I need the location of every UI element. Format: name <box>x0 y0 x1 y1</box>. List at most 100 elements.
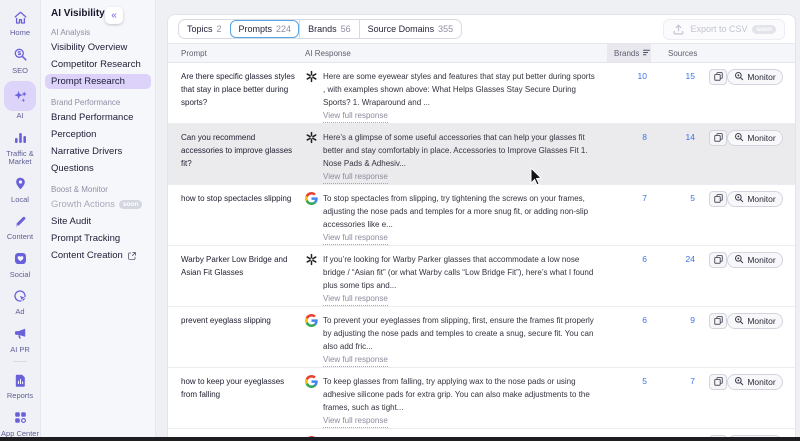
sidebar-item-content-creation[interactable]: Content Creation <box>45 248 151 263</box>
column-header-prompt[interactable]: Prompt <box>181 44 305 62</box>
copy-to-report-button[interactable] <box>709 252 727 268</box>
rail-item-home[interactable]: Home <box>0 6 41 38</box>
social-heart-icon <box>6 248 34 270</box>
view-full-response-link[interactable]: View full response <box>323 170 388 184</box>
rail-item-ai-pr[interactable]: AI PR <box>0 323 41 355</box>
rail-item-content[interactable]: Content <box>0 210 41 242</box>
prompt-cell: Are there specific glasses styles that s… <box>181 72 295 107</box>
sidebar-item-visibility-overview[interactable]: Visibility Overview <box>45 40 151 55</box>
seo-icon <box>6 44 34 66</box>
sources-count-link[interactable]: 14 <box>651 131 699 142</box>
screen-edge-bar <box>0 437 800 441</box>
sidebar-item-prompt-tracking[interactable]: Prompt Tracking <box>45 231 151 246</box>
sidebar-item-narrative-drivers[interactable]: Narrative Drivers <box>45 144 151 159</box>
rail-item-label: Social <box>9 269 31 279</box>
ai-response-text: Here’s a glimpse of some useful accessor… <box>323 133 588 168</box>
monitor-magnifier-icon <box>734 193 744 205</box>
monitor-button[interactable]: Monitor <box>727 69 783 85</box>
tab-topics[interactable]: Topics 2 <box>179 20 230 38</box>
brands-count-link[interactable]: 8 <box>607 131 651 142</box>
google-icon <box>305 375 318 388</box>
toolbar: Topics 2 Prompts 224 Brands 56 Source Domains 3… <box>168 15 795 43</box>
rail-item-reports[interactable]: Reports <box>0 369 41 401</box>
sidebar-item-brand-performance[interactable]: Brand Performance <box>45 110 151 125</box>
sidebar-item-growth-actions[interactable]: Growth Actions soon <box>45 197 151 212</box>
view-full-response-link[interactable]: View full response <box>323 109 388 123</box>
view-full-response-link[interactable]: View full response <box>323 414 388 428</box>
copy-to-report-button[interactable] <box>709 374 727 390</box>
brands-count-link[interactable]: 10 <box>607 70 651 81</box>
sources-count-link[interactable]: 24 <box>651 253 699 264</box>
sidebar-item-label: Questions <box>51 163 94 174</box>
copy-to-report-icon <box>713 253 724 268</box>
section-label: AI Analysis <box>51 28 91 37</box>
brands-count-link[interactable]: 7 <box>607 192 651 203</box>
sidebar-section-boost-monitor: Boost & Monitor Growth Actions soon Site… <box>41 185 155 263</box>
tab-label: Topics <box>187 24 213 34</box>
rail-item-label: Traffic & Market <box>6 148 34 166</box>
brands-count-link[interactable]: 6 <box>607 253 651 264</box>
tab-count: 2 <box>216 24 222 34</box>
tab-label: Prompts <box>238 24 273 34</box>
table-row: Are there specific glasses styles that s… <box>168 63 795 124</box>
rail-item-seo[interactable]: SEO <box>0 44 41 76</box>
prompt-cell: prevent eyeglass slipping <box>181 316 271 325</box>
sidebar-item-perception[interactable]: Perception <box>45 127 151 142</box>
rail-item-social[interactable]: Social <box>0 248 41 280</box>
table-header-row: Prompt AI Response Brands Sources <box>168 43 795 63</box>
monitor-magnifier-icon <box>734 132 744 144</box>
rail-item-ai[interactable]: AI <box>0 81 41 121</box>
sidebar-item-site-audit[interactable]: Site Audit <box>45 214 151 229</box>
rail-item-label: AI PR <box>10 344 30 354</box>
rail-item-ad[interactable]: Ad <box>0 285 41 317</box>
copy-to-report-button[interactable] <box>709 69 727 85</box>
rail-item-label: AI <box>16 111 24 120</box>
monitor-button[interactable]: Monitor <box>727 252 783 268</box>
sources-count-link[interactable]: 9 <box>651 314 699 325</box>
sidebar-item-questions[interactable]: Questions <box>45 161 151 176</box>
export-to-csv-button[interactable]: Export to CSV soon <box>663 18 785 40</box>
rail-item-app-center[interactable]: App Center <box>0 407 41 439</box>
monitor-button[interactable]: Monitor <box>727 374 783 390</box>
copy-to-report-button[interactable] <box>709 191 727 207</box>
sidebar-item-prompt-research[interactable]: Prompt Research <box>45 74 151 89</box>
view-full-response-link[interactable]: View full response <box>323 231 388 245</box>
sources-count-link[interactable]: 5 <box>651 192 699 203</box>
tab-source-domains[interactable]: Source Domains 355 <box>358 20 462 38</box>
tab-prompts[interactable]: Prompts 224 <box>229 20 300 38</box>
sort-desc-icon <box>642 48 651 59</box>
rail-item-label: Home <box>9 28 30 37</box>
rail-item-local[interactable]: Local <box>0 173 41 205</box>
copy-to-report-button[interactable] <box>709 130 727 146</box>
ai-response-text: To prevent your eyeglasses from slipping… <box>323 316 594 351</box>
sources-count-link[interactable]: 15 <box>651 70 699 81</box>
copy-to-report-icon <box>713 375 724 390</box>
monitor-button[interactable]: Monitor <box>727 130 783 146</box>
ad-target-icon <box>6 285 34 307</box>
tab-label: Brands <box>308 24 337 34</box>
table-row: Warby Parker Low Bridge and Asian Fit Gl… <box>168 246 795 307</box>
column-header-ai-response[interactable]: AI Response <box>305 44 607 62</box>
tab-count: 355 <box>438 24 454 34</box>
brands-count-link[interactable]: 5 <box>607 375 651 386</box>
monitor-button[interactable]: Monitor <box>727 313 783 329</box>
ai-response-cell: If you’re looking for Warby Parker glass… <box>305 253 607 306</box>
sidebar-collapse-button[interactable]: « <box>105 7 123 24</box>
table-body: Are there specific glasses styles that s… <box>168 63 795 441</box>
sidebar-item-competitor-research[interactable]: Competitor Research <box>45 57 151 72</box>
table-row: Can you recommend accessories to improve… <box>168 124 795 185</box>
ai-response-cell: Here’s a glimpse of some useful accessor… <box>305 131 607 184</box>
tab-brands[interactable]: Brands 56 <box>299 20 359 38</box>
view-full-response-link[interactable]: View full response <box>323 292 388 306</box>
brands-count-link[interactable]: 6 <box>607 314 651 325</box>
sidebar-item-label: Prompt Research <box>51 76 125 87</box>
sidebar-item-label: Perception <box>51 129 97 140</box>
view-full-response-link[interactable]: View full response <box>323 353 388 367</box>
sidebar-item-label: Brand Performance <box>51 112 134 123</box>
column-header-sources[interactable]: Sources <box>651 44 699 62</box>
copy-to-report-button[interactable] <box>709 313 727 329</box>
rail-item-traffic-market[interactable]: Traffic & Market <box>0 127 41 167</box>
column-header-brands[interactable]: Brands <box>607 44 651 62</box>
sources-count-link[interactable]: 7 <box>651 375 699 386</box>
monitor-button[interactable]: Monitor <box>727 191 783 207</box>
